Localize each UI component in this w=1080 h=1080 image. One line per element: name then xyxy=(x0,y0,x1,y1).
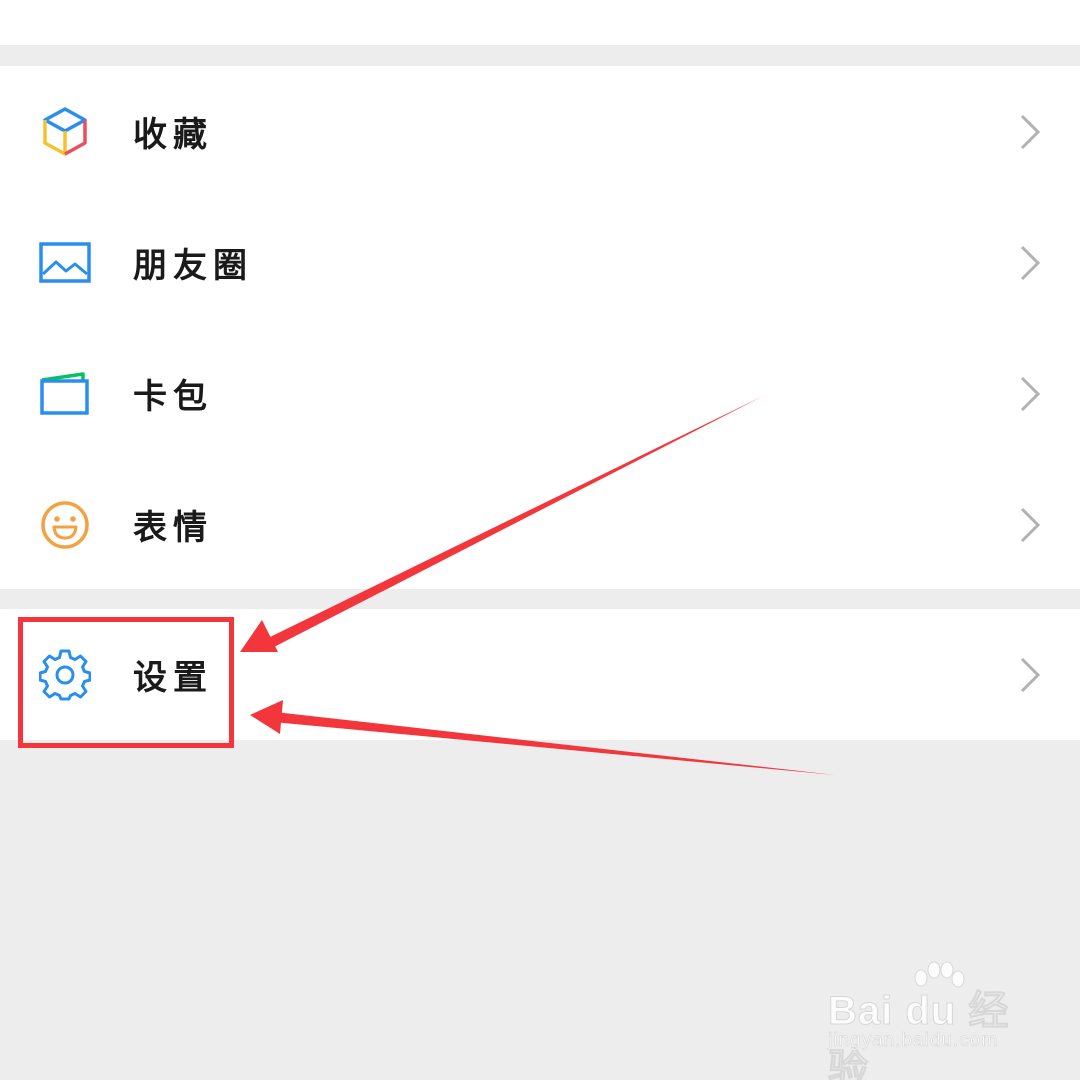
menu-item-label: 卡包 xyxy=(133,377,213,417)
chevron-right-icon xyxy=(1020,507,1041,542)
highlight-box xyxy=(18,617,234,748)
baidu-jingyan-watermark: Bai du 经验 jingyan.baidu.com xyxy=(828,960,1048,1080)
chevron-right-icon xyxy=(1020,245,1041,280)
page: 收藏 朋友圈 卡包 表情 设置 Bai du 经验 jingyan.baidu.… xyxy=(0,0,1080,1080)
card-wallet-icon xyxy=(38,367,92,421)
top-section-remnant xyxy=(0,0,1080,45)
menu-item-label: 表情 xyxy=(133,508,213,548)
menu-item-card-wallet[interactable]: 卡包 xyxy=(0,328,1080,459)
menu-item-stickers[interactable]: 表情 xyxy=(0,459,1080,590)
watermark-brand: Bai du 经验 xyxy=(828,989,1010,1080)
menu-group-1: 收藏 朋友圈 卡包 表情 xyxy=(0,66,1080,589)
watermark-url: jingyan.baidu.com xyxy=(828,1030,999,1052)
moments-picture-icon xyxy=(38,236,92,290)
menu-item-favorites[interactable]: 收藏 xyxy=(0,66,1080,197)
menu-item-moments[interactable]: 朋友圈 xyxy=(0,197,1080,328)
favorites-cube-icon xyxy=(38,105,92,159)
chevron-right-icon xyxy=(1020,376,1041,411)
menu-item-label: 朋友圈 xyxy=(133,246,253,286)
menu-item-label: 收藏 xyxy=(133,115,213,155)
chevron-right-icon xyxy=(1020,657,1041,692)
sticker-smiley-icon xyxy=(38,498,92,552)
chevron-right-icon xyxy=(1020,114,1041,149)
